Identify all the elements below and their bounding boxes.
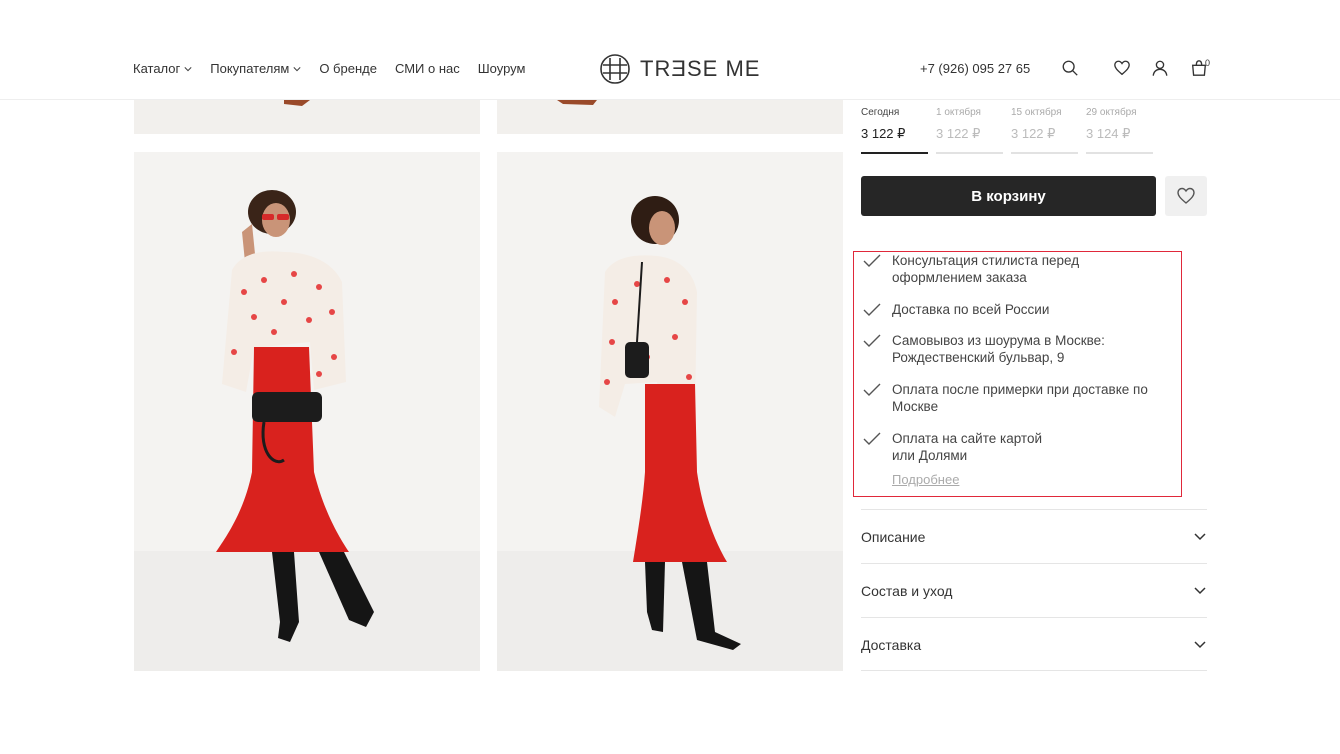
benefit-item: Доставка по всей России [862,301,1172,318]
nav-press[interactable]: СМИ о нас [395,61,460,76]
check-icon [863,303,881,316]
heart-icon[interactable] [1113,59,1131,77]
search-icon[interactable] [1061,59,1079,77]
check-icon [863,383,881,396]
nav-showroom-label: Шоурум [477,61,526,76]
user-icon[interactable] [1151,59,1169,77]
nav-press-label: СМИ о нас [394,61,460,76]
logo-mark-icon [600,54,630,84]
price-tab-date: Сегодня [861,107,900,118]
check-icon [863,432,881,445]
price-tab-oct-29[interactable]: 29 октября 3 124 ₽ [1086,107,1153,154]
chevron-down-icon [293,66,301,71]
price-tab-date: 15 октября [1011,107,1062,118]
nav-about-label: О бренде [319,61,377,76]
accordion-composition-care[interactable]: Состав и уход [861,563,1207,617]
heart-icon [1177,187,1195,204]
price-tab-oct-15[interactable]: 15 октября 3 122 ₽ [1011,107,1078,154]
nav-customers[interactable]: Покупателям [210,61,301,76]
price-tab-oct-1[interactable]: 1 октября 3 122 ₽ [936,107,1003,154]
site-header: Каталог Покупателям О бренде СМИ о нас Ш… [0,0,1340,100]
benefit-text: Оплата после примерки при доставке по Мо… [892,382,1148,414]
accordion-delivery[interactable]: Доставка [861,617,1207,671]
check-icon [863,254,881,267]
accordion-divider [861,670,1207,671]
price-tab-price: 3 122 ₽ [861,126,906,141]
shoe-fragment [557,100,597,105]
benefit-text: Оплата на сайте картой или Долями [892,431,1042,463]
benefit-item: Самовывоз из шоурума в Москве: Рождестве… [862,332,1172,366]
benefit-item: Консультация стилиста перед оформлением … [862,252,1172,286]
phone-number[interactable]: +7 (926) 095 27 65 [920,61,1030,76]
nav-catalog-label: Каталог [133,61,181,76]
logo-text: TRƎSE ME [640,56,761,81]
price-tab-date: 1 октября [936,107,981,118]
accordion-label: Описание [861,528,926,545]
nav-showroom[interactable]: Шоурум [478,61,526,76]
price-tab-date: 29 октября [1086,107,1137,118]
accordion-description[interactable]: Описание [861,509,1207,563]
product-photo-top-left[interactable] [134,100,480,134]
benefit-item: Оплата после примерки при доставке по Мо… [862,381,1172,415]
brand-logo[interactable]: TRƎSE ME [598,52,760,86]
price-schedule-tabs: Сегодня 3 122 ₽ 1 октября 3 122 ₽ 15 окт… [861,107,1153,154]
chevron-down-icon [1194,532,1206,540]
benefit-text: Доставка по всей России [892,302,1050,317]
service-benefits-list: Консультация стилиста перед оформлением … [853,251,1182,497]
more-info-link[interactable]: Подробнее [892,472,959,487]
price-tab-today[interactable]: Сегодня 3 122 ₽ [861,107,928,154]
main-nav: Каталог Покупателям О бренде СМИ о нас Ш… [133,61,525,76]
chevron-down-icon [1194,586,1206,594]
add-to-favorites-button[interactable] [1165,176,1207,216]
nav-catalog[interactable]: Каталог [133,61,192,76]
add-to-cart-button[interactable]: В корзину [861,176,1156,216]
chevron-down-icon [1194,640,1206,648]
nav-about[interactable]: О бренде [319,61,377,76]
benefit-text: Самовывоз из шоурума в Москве: Рождестве… [892,333,1105,365]
cart-count-badge: 0 [1205,58,1211,68]
accordion-label: Доставка [861,636,922,653]
model-figure [599,196,741,650]
product-photo-side[interactable] [497,152,843,671]
price-tab-price: 3 122 ₽ [1011,126,1056,141]
product-photo-top-right[interactable] [497,100,843,134]
product-photo-front[interactable] [134,152,480,671]
chevron-down-icon [184,66,192,71]
shoe-fragment [284,100,310,106]
price-tab-price: 3 122 ₽ [936,126,981,141]
accordion-label: Состав и уход [861,582,953,599]
model-figure [216,190,374,642]
benefit-text: Консультация стилиста перед оформлением … [892,253,1080,285]
benefit-item: Оплата на сайте картой или Долями [862,430,1062,464]
check-icon [863,334,881,347]
nav-customers-label: Покупателям [210,61,290,76]
price-tab-price: 3 124 ₽ [1086,126,1131,141]
